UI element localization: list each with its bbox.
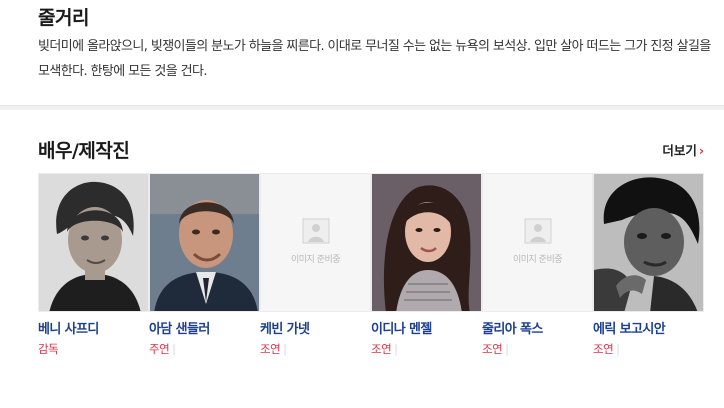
actor-name: 줄리아 폭스 bbox=[482, 322, 543, 337]
cast-photo bbox=[371, 173, 482, 312]
cast-photo bbox=[38, 173, 149, 312]
cast-card[interactable]: 베니 사프디 감독 bbox=[38, 173, 149, 357]
placeholder-label: 이미지 준비중 bbox=[512, 255, 563, 265]
role-label: 주연 bbox=[149, 342, 170, 356]
actor-name: 베니 사프디 bbox=[38, 322, 99, 337]
actor-role: 조연 | bbox=[371, 342, 398, 356]
role-label: 조연 bbox=[371, 342, 392, 356]
synopsis-title: 줄거리 bbox=[38, 7, 89, 29]
cast-card[interactable]: 에릭 보고시안 조연 | bbox=[593, 173, 704, 357]
actor-role: 주연 | bbox=[149, 342, 176, 356]
image-placeholder-icon bbox=[302, 218, 329, 244]
actor-name: 케빈 가넷 bbox=[260, 322, 310, 337]
cast-photo bbox=[149, 173, 260, 312]
cast-card[interactable]: 이미지 준비중 케빈 가넷 조연 | bbox=[260, 173, 371, 357]
actor-role: 조연 | bbox=[593, 342, 620, 356]
image-placeholder-icon bbox=[524, 218, 551, 244]
cast-photo-placeholder: 이미지 준비중 bbox=[260, 173, 371, 312]
synopsis-text: 빚더미에 올라앉으니, 빚쟁이들의 분노가 하늘을 찌른다. 이대로 무너질 수… bbox=[38, 39, 711, 79]
role-label: 감독 bbox=[38, 342, 59, 356]
actor-name: 에릭 보고시안 bbox=[593, 322, 666, 337]
cast-title: 배우/제작진 bbox=[38, 140, 130, 162]
more-label: 더보기 bbox=[662, 143, 697, 158]
movie-detail-page: 줄거리 빚더미에 올라앉으니, 빚쟁이들의 분노가 하늘을 찌른다. 이대로 무… bbox=[0, 0, 724, 408]
section-divider bbox=[0, 105, 724, 110]
role-label: 조연 bbox=[482, 342, 503, 356]
actor-role: 조연 | bbox=[260, 342, 287, 356]
cast-photo bbox=[593, 173, 704, 312]
cast-card[interactable]: 아담 샌들러 주연 | bbox=[149, 173, 260, 357]
chevron-right-icon: › bbox=[698, 143, 704, 158]
cast-card[interactable]: 이미지 준비중 줄리아 폭스 조연 | bbox=[482, 173, 593, 357]
placeholder-label: 이미지 준비중 bbox=[290, 255, 341, 265]
actor-role: 감독 bbox=[38, 341, 149, 357]
more-cast-link[interactable]: 더보기 › bbox=[662, 140, 704, 159]
actor-name: 이디나 멘젤 bbox=[371, 322, 432, 337]
cast-photo-placeholder: 이미지 준비중 bbox=[482, 173, 593, 312]
cast-list: 베니 사프디 감독 아담 샌들러 주연 | 이미지 준비중 케빈 가넷 조연 |… bbox=[38, 173, 724, 373]
actor-name: 아담 샌들러 bbox=[149, 322, 210, 337]
role-label: 조연 bbox=[593, 342, 614, 356]
cast-card[interactable]: 이디나 멘젤 조연 | bbox=[371, 173, 482, 357]
role-label: 조연 bbox=[260, 342, 281, 356]
actor-role: 조연 | bbox=[482, 342, 509, 356]
